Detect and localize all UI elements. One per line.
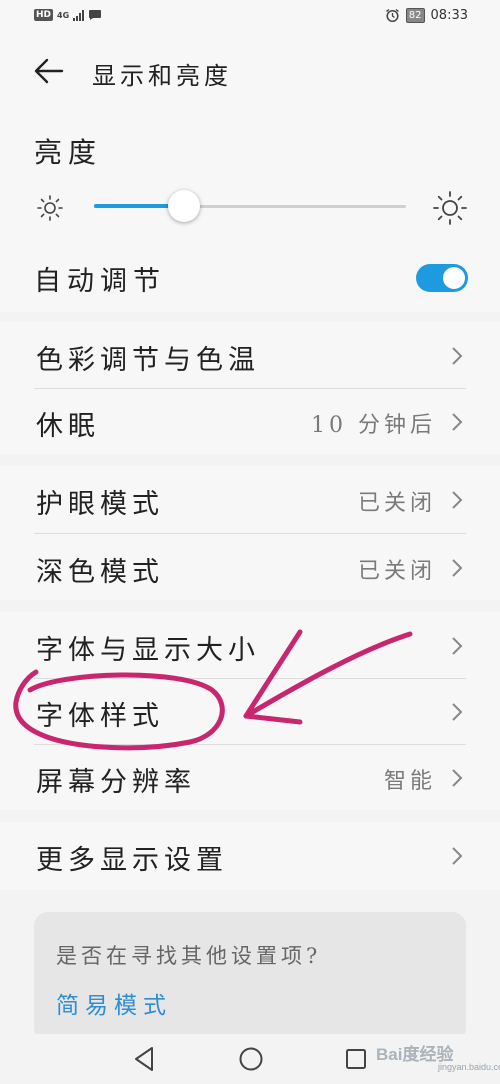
chevron-right-icon [452, 413, 463, 431]
brightness-low-icon [37, 195, 63, 221]
watermark-url: jingyan.baidu.com [438, 1062, 500, 1072]
status-left: HD 4G [34, 9, 102, 21]
battery-icon: 82 [405, 8, 425, 23]
message-icon [89, 10, 102, 20]
brightness-label: 亮度 [34, 136, 103, 169]
chevron-right-icon [452, 769, 463, 787]
page-header: 显示和亮度 [0, 36, 500, 116]
back-arrow-icon[interactable] [34, 58, 64, 84]
network-type: 4G [57, 10, 70, 20]
dark-mode-row[interactable]: 深色模式 已关闭 [34, 534, 466, 600]
row-label: 休眠 [36, 411, 100, 442]
simple-mode-link[interactable]: 简易模式 [56, 986, 172, 1020]
alarm-icon [385, 8, 399, 23]
brightness-slider-thumb[interactable] [168, 190, 201, 222]
auto-brightness-toggle[interactable] [416, 264, 468, 292]
settings-group-color-sleep: 色彩调节与色温 休眠 10 分钟后 [0, 322, 500, 454]
clock: 08:33 [430, 8, 468, 23]
chevron-right-icon [452, 491, 463, 509]
nav-back-icon[interactable] [132, 1046, 156, 1072]
row-value: 已关闭 [357, 491, 436, 516]
row-label: 字体与显示大小 [36, 635, 260, 666]
toggle-knob [443, 267, 465, 289]
chevron-right-icon [452, 637, 463, 655]
brightness-high-icon [433, 191, 467, 225]
chevron-right-icon [452, 847, 463, 865]
row-value: 智能 [383, 769, 436, 794]
auto-brightness-label: 自动调节 [34, 266, 166, 297]
row-label: 色彩调节与色温 [36, 345, 260, 376]
signal-icon [73, 9, 85, 21]
screen-resolution-row[interactable]: 屏幕分辨率 智能 [34, 744, 466, 810]
settings-group-more: 更多显示设置 [0, 822, 500, 890]
font-display-size-row[interactable]: 字体与显示大小 [34, 612, 466, 678]
row-value: 已关闭 [357, 559, 436, 584]
eye-comfort-row[interactable]: 护眼模式 已关闭 [34, 466, 466, 532]
status-right: 82 08:33 [385, 8, 468, 23]
page-title: 显示和亮度 [92, 62, 232, 90]
more-display-settings-row[interactable]: 更多显示设置 [34, 822, 466, 888]
color-temperature-row[interactable]: 色彩调节与色温 [34, 322, 466, 388]
suggestion-card: 是否在寻找其他设置项? 简易模式 [34, 912, 466, 1042]
row-label: 深色模式 [36, 557, 164, 588]
nav-recent-apps-icon[interactable] [344, 1047, 368, 1071]
hd-badge: HD [34, 9, 54, 21]
brightness-section: 亮度 自动调节 [0, 116, 500, 312]
nav-home-icon[interactable] [238, 1046, 264, 1072]
font-style-row[interactable]: 字体样式 [34, 678, 466, 744]
chevron-right-icon [452, 347, 463, 365]
row-label: 护眼模式 [36, 489, 164, 520]
row-value: 10 分钟后 [311, 413, 436, 438]
suggestion-question: 是否在寻找其他设置项? [56, 944, 322, 968]
row-label: 屏幕分辨率 [36, 767, 196, 798]
settings-group-font-resolution: 字体与显示大小 字体样式 屏幕分辨率 智能 [0, 612, 500, 810]
chevron-right-icon [452, 559, 463, 577]
row-label: 字体样式 [36, 701, 164, 732]
sleep-row[interactable]: 休眠 10 分钟后 [34, 388, 466, 454]
status-bar: HD 4G 82 08:33 [0, 0, 500, 36]
row-label: 更多显示设置 [36, 845, 228, 876]
chevron-right-icon [452, 703, 463, 721]
settings-group-eye-dark: 护眼模式 已关闭 深色模式 已关闭 [0, 466, 500, 600]
